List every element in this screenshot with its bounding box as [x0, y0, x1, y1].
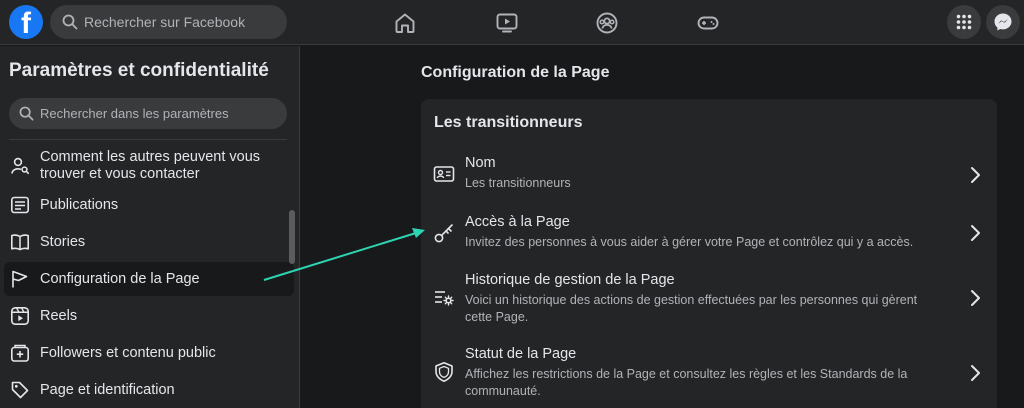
sidebar-item-followers[interactable]: Followers et contenu public — [4, 340, 294, 366]
settings-sidebar: Paramètres et confidentialité Rechercher… — [0, 46, 300, 408]
tag-icon — [11, 381, 29, 399]
sidebar-item-label: Reels — [40, 307, 78, 324]
groups-icon[interactable] — [595, 11, 619, 35]
id-card-icon — [433, 166, 455, 182]
home-icon[interactable] — [393, 11, 417, 35]
followers-icon — [10, 344, 29, 362]
sidebar-item-stories[interactable]: Stories — [4, 229, 294, 255]
menu-button[interactable] — [947, 5, 981, 39]
sidebar-item-publications[interactable]: Publications — [4, 192, 294, 218]
card-title: Les transitionneurs — [434, 114, 583, 131]
sidebar-item-label: Publications — [40, 196, 119, 213]
page-title: Configuration de la Page — [421, 64, 610, 81]
chevron-right-icon — [971, 225, 980, 241]
facebook-logo[interactable]: f — [9, 5, 43, 39]
setting-row-description: Voici un historique des actions de gesti… — [465, 293, 918, 324]
chevron-right-icon — [971, 290, 980, 306]
setting-row-description: Invitez des personnes à vous aider à gér… — [465, 235, 914, 249]
search-placeholder: Rechercher sur Facebook — [84, 14, 246, 30]
page-settings-card: Les transitionneurs Nom Les transitionne… — [421, 99, 997, 408]
sidebar-item-label: Stories — [40, 233, 86, 250]
sidebar-item-label: Followers et contenu public — [40, 344, 216, 361]
key-icon — [434, 224, 453, 243]
setting-row-title: Statut de la Page — [465, 346, 577, 362]
sidebar-item-page-tagging[interactable]: Page et identification — [4, 377, 294, 403]
search-icon — [62, 14, 78, 30]
sidebar-item-label: Comment les autres peuvent vous trouver … — [40, 149, 261, 182]
sidebar-scrollbar[interactable] — [289, 210, 295, 264]
settings-search-placeholder: Rechercher dans les paramètres — [40, 106, 229, 121]
sidebar-item-reels[interactable]: Reels — [4, 303, 294, 329]
flag-icon — [12, 270, 28, 288]
chevron-right-icon — [971, 365, 980, 381]
list-settings-icon — [435, 291, 454, 306]
setting-row-description: Les transitionneurs — [465, 176, 571, 190]
setting-row-title: Accès à la Page — [465, 214, 570, 230]
person-search-icon — [11, 157, 30, 175]
sidebar-divider — [9, 139, 287, 140]
setting-row-name[interactable]: Nom Les transitionneurs — [421, 151, 997, 201]
book-icon — [11, 234, 29, 251]
messenger-button[interactable] — [986, 5, 1020, 39]
sidebar-item-find-contact[interactable]: Comment les autres peuvent vous trouver … — [4, 146, 294, 186]
search-icon — [19, 106, 34, 121]
menu-grid-icon — [956, 14, 972, 30]
setting-row-title: Historique de gestion de la Page — [465, 272, 675, 288]
setting-row-management-history[interactable]: Historique de gestion de la Page Voici u… — [421, 267, 997, 329]
sidebar-item-page-configuration[interactable]: Configuration de la Page — [4, 262, 294, 296]
top-navigation-bar: f Rechercher sur Facebook — [0, 0, 1024, 45]
shield-icon — [435, 362, 453, 382]
video-icon[interactable] — [495, 11, 519, 35]
sidebar-title: Paramètres et confidentialité — [9, 60, 269, 81]
facebook-search-input[interactable]: Rechercher sur Facebook — [50, 5, 287, 39]
reels-icon — [10, 306, 29, 325]
messenger-icon — [994, 13, 1012, 31]
settings-search-input[interactable]: Rechercher dans les paramètres — [9, 98, 287, 129]
setting-row-description: Affichez les restrictions de la Page et … — [465, 367, 908, 398]
sidebar-item-label: Page et identification — [40, 381, 175, 398]
setting-row-title: Nom — [465, 155, 496, 171]
chevron-right-icon — [971, 167, 980, 183]
sidebar-item-label: Configuration de la Page — [40, 270, 200, 287]
setting-row-page-status[interactable]: Statut de la Page Affichez les restricti… — [421, 342, 997, 404]
setting-row-page-access[interactable]: Accès à la Page Invitez des personnes à … — [421, 209, 997, 259]
publications-icon — [10, 196, 29, 214]
gaming-icon[interactable] — [696, 11, 720, 35]
